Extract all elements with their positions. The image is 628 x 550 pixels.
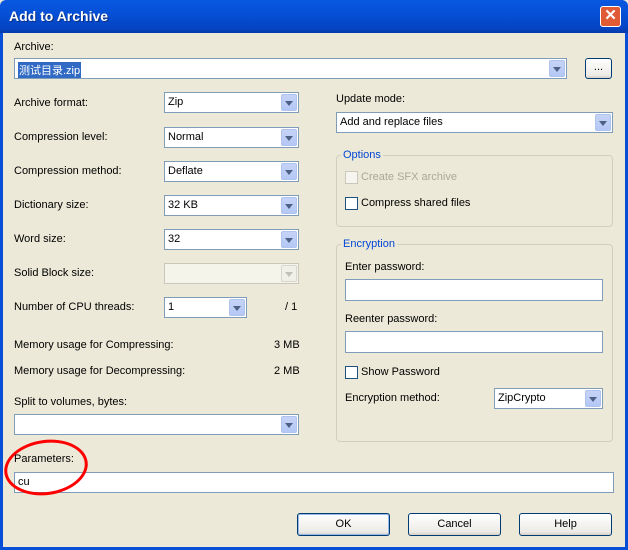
solid-block-size-select [164,263,299,284]
browse-button[interactable]: ... [585,58,612,79]
update-mode-select[interactable]: Add and replace files [336,112,613,133]
chevron-down-icon[interactable] [281,231,297,248]
reenter-password-label: Reenter password: [345,313,438,325]
chevron-down-icon[interactable] [281,94,297,111]
chevron-down-icon[interactable] [595,114,611,131]
encryption-group-title: Encryption [341,238,397,250]
cpu-threads-value: 1 [168,301,175,313]
archive-format-label: Archive format: [14,97,88,109]
memory-decompressing-value: 2 MB [274,365,300,377]
word-size-label: Word size: [14,233,66,245]
archive-format-value: Zip [168,96,184,108]
cancel-button[interactable]: Cancel [408,513,501,536]
options-group [336,155,613,227]
solid-block-size-label: Solid Block size: [14,267,95,279]
chevron-down-icon[interactable] [229,299,245,316]
compression-method-label: Compression method: [14,165,122,177]
update-mode-label: Update mode: [336,93,406,105]
cpu-threads-max: / 1 [285,301,298,313]
chevron-down-icon[interactable] [549,60,565,77]
update-mode-value: Add and replace files [340,116,443,128]
compression-level-select[interactable]: Normal [164,127,299,148]
window-frame-left [0,33,3,550]
memory-compressing-value: 3 MB [274,339,300,351]
show-password-label: Show Password [361,366,440,378]
create-sfx-label: Create SFX archive [361,171,457,183]
archive-label: Archive: [14,41,54,53]
options-group-title: Options [341,149,383,161]
archive-path-combo[interactable]: 测试目录.zip [14,58,567,79]
word-size-value: 32 [168,233,181,245]
encryption-method-label: Encryption method: [345,392,440,404]
chevron-down-icon[interactable] [281,197,297,214]
split-volumes-label: Split to volumes, bytes: [14,396,128,408]
reenter-password-input[interactable] [345,331,603,353]
chevron-down-icon[interactable] [281,416,297,433]
help-button[interactable]: Help [519,513,612,536]
encryption-method-select[interactable]: ZipCrypto [494,388,603,409]
dictionary-size-label: Dictionary size: [14,199,89,211]
enter-password-input[interactable] [345,279,603,301]
ok-button[interactable]: OK [297,513,390,536]
window-title: Add to Archive [9,8,109,24]
cpu-threads-select[interactable]: 1 [164,297,247,318]
create-sfx-checkbox [345,171,358,184]
compression-method-value: Deflate [168,165,203,177]
close-button[interactable]: ✕ [600,6,621,27]
compress-shared-label: Compress shared files [361,197,471,209]
parameters-input[interactable]: cu [14,472,614,493]
enter-password-label: Enter password: [345,261,425,273]
split-volumes-combo[interactable] [14,414,299,435]
compression-level-value: Normal [168,131,204,143]
archive-path-value: 测试目录.zip [18,62,82,78]
compress-shared-checkbox[interactable] [345,197,358,210]
compression-method-select[interactable]: Deflate [164,161,299,182]
chevron-down-icon[interactable] [585,390,601,407]
chevron-down-icon[interactable] [281,163,297,180]
chevron-down-icon [281,265,297,282]
dictionary-size-value: 32 KB [168,199,198,211]
memory-compressing-label: Memory usage for Compressing: [14,339,174,351]
memory-decompressing-label: Memory usage for Decompressing: [14,365,186,377]
show-password-checkbox[interactable] [345,366,358,379]
close-icon: ✕ [604,7,617,24]
compression-level-label: Compression level: [14,131,108,143]
cpu-threads-label: Number of CPU threads: [14,301,135,313]
word-size-select[interactable]: 32 [164,229,299,250]
chevron-down-icon[interactable] [281,129,297,146]
dictionary-size-select[interactable]: 32 KB [164,195,299,216]
encryption-method-value: ZipCrypto [498,392,546,404]
archive-format-select[interactable]: Zip [164,92,299,113]
